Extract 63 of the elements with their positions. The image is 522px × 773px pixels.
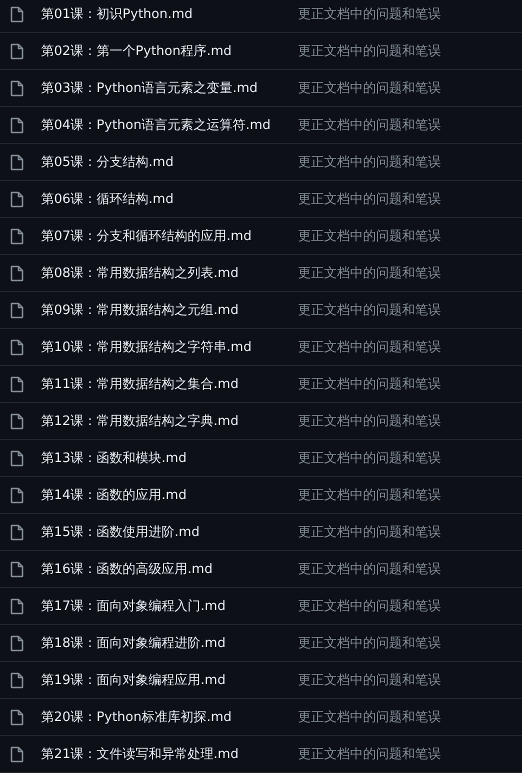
file-name-link[interactable]: 第13课：函数和模块.md <box>41 449 298 467</box>
file-name-link[interactable]: 第18课：面向对象编程进阶.md <box>41 634 298 652</box>
file-name-link[interactable]: 第08课：常用数据结构之列表.md <box>41 264 298 282</box>
file-icon <box>10 486 24 504</box>
file-icon <box>10 524 24 540</box>
file-icon <box>10 80 24 96</box>
file-icon <box>10 228 24 244</box>
commit-message-link[interactable]: 更正文档中的问题和笔误 <box>298 745 441 763</box>
file-name-link[interactable]: 第21课：文件读写和异常处理.md <box>41 745 298 763</box>
file-icon <box>10 154 24 170</box>
commit-message-link[interactable]: 更正文档中的问题和笔误 <box>298 708 441 726</box>
file-icon <box>10 746 24 762</box>
commit-message-link[interactable]: 更正文档中的问题和笔误 <box>298 671 441 689</box>
file-icon <box>10 672 24 688</box>
file-icon <box>10 302 24 318</box>
file-name-link[interactable]: 第17课：面向对象编程入门.md <box>41 597 298 615</box>
commit-message-link[interactable]: 更正文档中的问题和笔误 <box>298 264 441 282</box>
file-name-link[interactable]: 第01课：初识Python.md <box>41 5 298 23</box>
commit-message-link[interactable]: 更正文档中的问题和笔误 <box>298 79 441 97</box>
file-icon <box>10 598 24 614</box>
file-icon <box>10 376 24 392</box>
commit-message-link[interactable]: 更正文档中的问题和笔误 <box>298 301 441 319</box>
commit-message-link[interactable]: 更正文档中的问题和笔误 <box>298 523 441 541</box>
file-icon <box>10 264 24 282</box>
file-name-link[interactable]: 第07课：分支和循环结构的应用.md <box>41 227 298 245</box>
file-name-link[interactable]: 第15课：函数使用进阶.md <box>41 523 298 541</box>
file-icon <box>10 634 24 652</box>
commit-message-link[interactable]: 更正文档中的问题和笔误 <box>298 338 441 356</box>
commit-message-link[interactable]: 更正文档中的问题和笔误 <box>298 227 441 245</box>
commit-message-link[interactable]: 更正文档中的问题和笔误 <box>298 153 441 171</box>
file-icon <box>10 708 24 726</box>
file-name-link[interactable]: 第02课：第一个Python程序.md <box>41 42 298 60</box>
commit-message-link[interactable]: 更正文档中的问题和笔误 <box>298 560 441 578</box>
commit-message-link[interactable]: 更正文档中的问题和笔误 <box>298 190 441 208</box>
file-name-link[interactable]: 第06课：循环结构.md <box>41 190 298 208</box>
file-icon <box>10 42 24 60</box>
file-name-link[interactable]: 第03课：Python语言元素之变量.md <box>41 79 298 97</box>
commit-message-link[interactable]: 更正文档中的问题和笔误 <box>298 597 441 615</box>
file-name-link[interactable]: 第10课：常用数据结构之字符串.md <box>41 338 298 356</box>
commit-message-link[interactable]: 更正文档中的问题和笔误 <box>298 449 441 467</box>
commit-message-link[interactable]: 更正文档中的问题和笔误 <box>298 634 441 652</box>
file-icon <box>10 412 24 430</box>
file-icon <box>10 6 24 22</box>
file-name-link[interactable]: 第04课：Python语言元素之运算符.md <box>41 116 298 134</box>
file-name-link[interactable]: 第16课：函数的高级应用.md <box>41 560 298 578</box>
file-name-link[interactable]: 第14课：函数的应用.md <box>41 486 298 504</box>
file-icon <box>10 116 24 134</box>
file-name-link[interactable]: 第19课：面向对象编程应用.md <box>41 671 298 689</box>
file-name-link[interactable]: 第09课：常用数据结构之元组.md <box>41 301 298 319</box>
commit-message-link[interactable]: 更正文档中的问题和笔误 <box>298 412 441 430</box>
file-name-link[interactable]: 第05课：分支结构.md <box>41 153 298 171</box>
commit-message-link[interactable]: 更正文档中的问题和笔误 <box>298 5 441 23</box>
commit-message-link[interactable]: 更正文档中的问题和笔误 <box>298 375 441 393</box>
file-icon <box>10 450 24 466</box>
file-icon <box>10 560 24 578</box>
file-icon <box>10 190 24 208</box>
file-icon <box>10 338 24 356</box>
file-name-link[interactable]: 第12课：常用数据结构之字典.md <box>41 412 298 430</box>
file-name-link[interactable]: 第20课：Python标准库初探.md <box>41 708 298 726</box>
file-name-link[interactable]: 第11课：常用数据结构之集合.md <box>41 375 298 393</box>
commit-message-link[interactable]: 更正文档中的问题和笔误 <box>298 486 441 504</box>
commit-message-link[interactable]: 更正文档中的问题和笔误 <box>298 42 441 60</box>
commit-message-link[interactable]: 更正文档中的问题和笔误 <box>298 116 441 134</box>
